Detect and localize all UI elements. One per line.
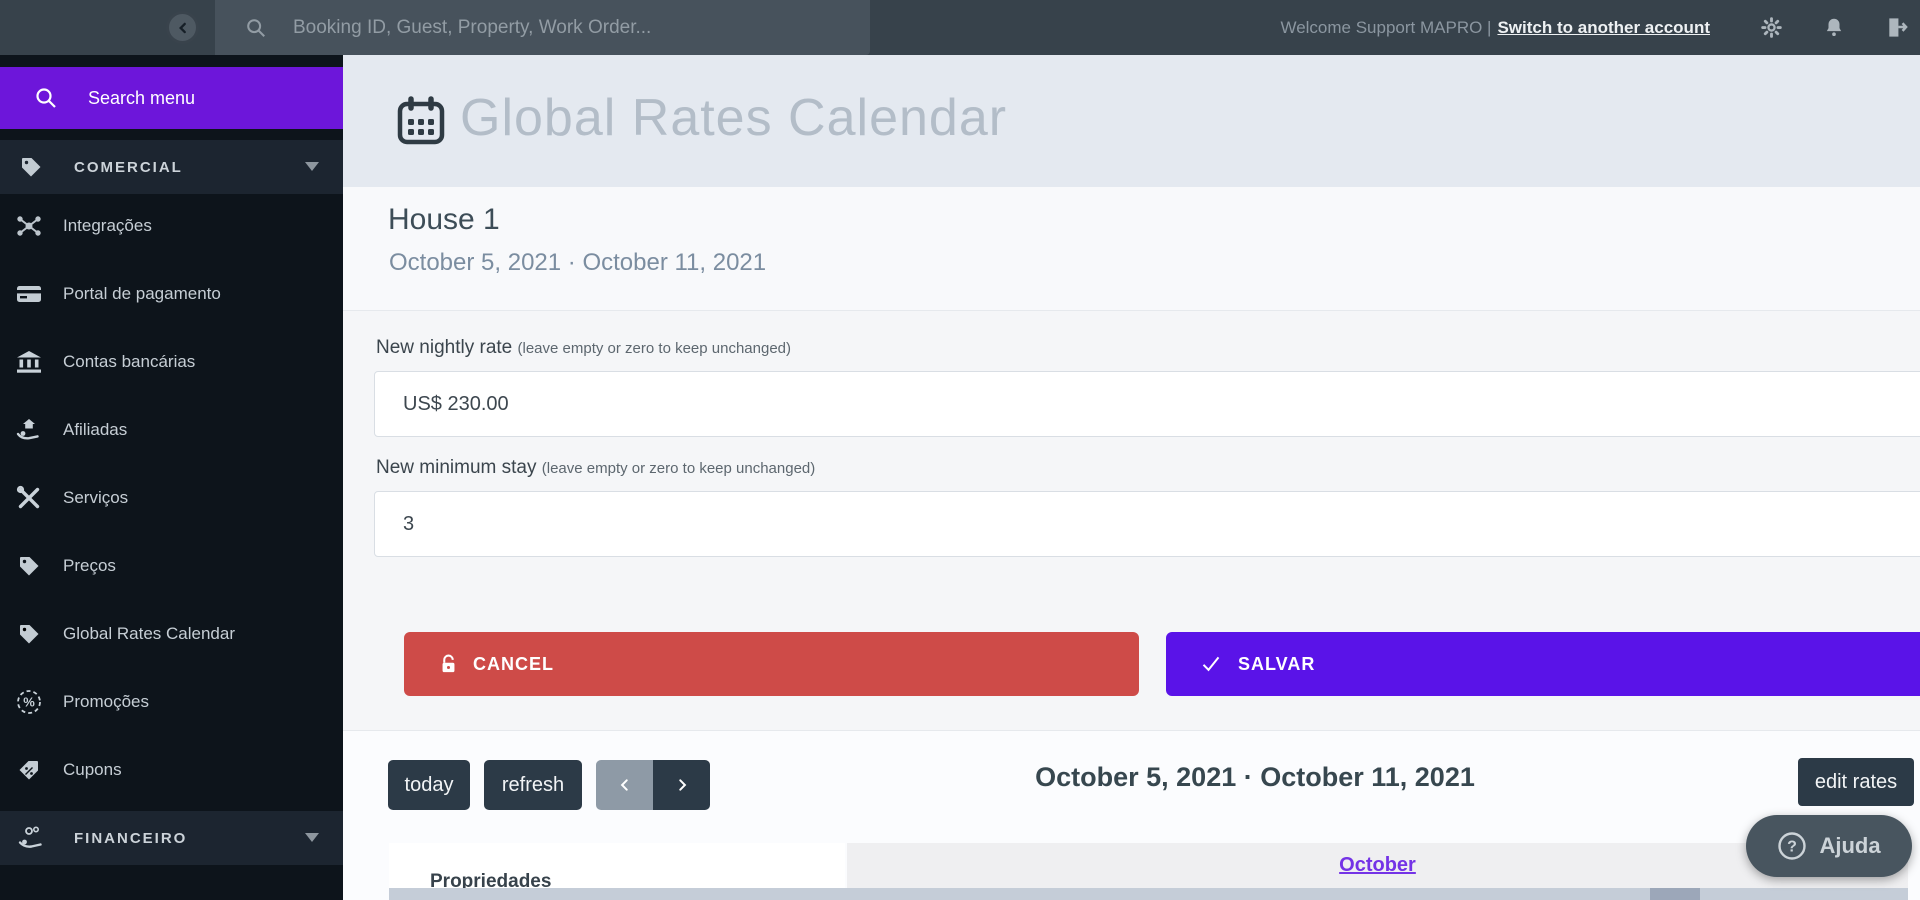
sidebar-search-menu[interactable]: Search menu	[0, 67, 343, 129]
hand-coins-icon	[16, 825, 46, 851]
sidebar-item-label: Serviços	[63, 488, 129, 507]
promotions-icon: %	[14, 689, 44, 715]
welcome-text: Welcome Support MAPRO |	[1280, 17, 1492, 37]
sidebar-section-label: FINANCEIRO	[74, 829, 188, 847]
main-content: Global Rates Calendar House 1 October 5,…	[343, 55, 1920, 900]
rates-table: Propriedades October	[389, 843, 1908, 888]
sidebar-search-menu-label: Search menu	[88, 87, 196, 108]
chevron-right-icon	[678, 779, 686, 791]
affiliates-icon	[14, 417, 44, 443]
lock-icon	[440, 654, 457, 675]
sidebar-section-label: COMERCIAL	[74, 158, 183, 176]
calendar-nav	[596, 760, 710, 810]
month-link[interactable]: October	[1339, 854, 1416, 876]
bank-accounts-icon	[14, 350, 44, 374]
topbar: Welcome Support MAPRO | Switch to anothe…	[0, 0, 1920, 55]
notifications-bell-icon[interactable]	[1823, 16, 1845, 39]
chevron-down-icon	[305, 158, 319, 176]
sidebar-collapse-button[interactable]	[166, 11, 199, 44]
chevron-left-icon	[178, 22, 186, 33]
question-circle-icon: ?	[1777, 831, 1807, 861]
settings-gear-icon[interactable]	[1760, 16, 1783, 39]
sidebar-section-comercial[interactable]: COMERCIAL	[0, 140, 343, 194]
page-title: Global Rates Calendar	[460, 89, 1008, 147]
sidebar-item-precos[interactable]: Preços	[0, 532, 343, 600]
sidebar-item-label: Preços	[63, 556, 116, 575]
nightly-rate-hint: (leave empty or zero to keep unchanged)	[517, 340, 792, 357]
sidebar-item-label: Portal de pagamento	[63, 284, 221, 303]
save-button[interactable]: SALVAR	[1166, 632, 1920, 696]
horizontal-scrollbar	[389, 888, 1908, 900]
sidebar-item-afiliadas[interactable]: Afiliadas	[0, 396, 343, 464]
integrations-icon	[14, 214, 44, 238]
properties-header: Propriedades	[430, 871, 552, 888]
help-button-label: Ajuda	[1819, 833, 1881, 858]
check-icon	[1200, 654, 1222, 674]
rate-edit-form: New nightly rate (leave empty or zero to…	[343, 311, 1920, 731]
property-name: House 1	[388, 203, 500, 236]
sidebar-item-cupons[interactable]: Cupons	[0, 736, 343, 804]
chevron-left-icon	[620, 779, 628, 791]
sidebar-item-label: Promoções	[63, 692, 149, 711]
sidebar: Search menu COMERCIAL Integrações Portal…	[0, 55, 343, 900]
rates-calendar-section: today refresh October 5, 2021 · October …	[343, 731, 1920, 900]
edit-rates-button[interactable]: edit rates	[1798, 758, 1914, 806]
sidebar-item-contas-bancarias[interactable]: Contas bancárias	[0, 328, 343, 396]
chevron-down-icon	[305, 829, 319, 847]
min-stay-hint: (leave empty or zero to keep unchanged)	[541, 460, 816, 477]
sidebar-item-portal-de-pagamento[interactable]: Portal de pagamento	[0, 260, 343, 328]
rates-calendar-icon	[14, 622, 44, 646]
price-tag-icon	[16, 155, 46, 179]
calendar-icon	[396, 96, 446, 153]
sidebar-item-promocoes[interactable]: % Promoções	[0, 668, 343, 736]
nightly-rate-label: New nightly rate (leave empty or zero to…	[376, 337, 792, 358]
selection-summary: House 1 October 5, 2021 · October 11, 20…	[343, 187, 1920, 311]
properties-header-cell: Propriedades	[389, 843, 845, 888]
horizontal-scrollbar-thumb[interactable]	[1650, 888, 1700, 900]
services-icon	[14, 485, 44, 511]
help-button[interactable]: ? Ajuda	[1746, 815, 1912, 877]
switch-account-link[interactable]: Switch to another account	[1497, 18, 1710, 38]
sidebar-item-global-rates-calendar[interactable]: Global Rates Calendar	[0, 600, 343, 668]
global-search-bar	[215, 0, 870, 55]
next-week-button[interactable]	[653, 760, 710, 810]
svg-text:?: ?	[1788, 839, 1798, 856]
sidebar-item-label: Integrações	[63, 216, 152, 235]
search-icon	[247, 18, 265, 37]
sidebar-section-financeiro[interactable]: FINANCEIRO	[0, 811, 343, 865]
logout-icon[interactable]	[1885, 16, 1908, 39]
page-header: Global Rates Calendar	[343, 55, 1920, 187]
svg-text:%: %	[23, 695, 35, 710]
min-stay-label: New minimum stay (leave empty or zero to…	[376, 457, 816, 478]
sidebar-item-integracoes[interactable]: Integrações	[0, 192, 343, 260]
refresh-button[interactable]: refresh	[484, 760, 582, 810]
sidebar-item-label: Afiliadas	[63, 420, 128, 439]
prices-icon	[14, 554, 44, 578]
payment-portal-icon	[14, 283, 44, 305]
sidebar-item-label: Global Rates Calendar	[63, 624, 235, 643]
prev-week-button[interactable]	[596, 760, 653, 810]
coupons-icon	[14, 758, 44, 782]
nightly-rate-input[interactable]	[374, 371, 1920, 437]
sidebar-item-label: Contas bancárias	[63, 352, 196, 371]
today-button[interactable]: today	[388, 760, 470, 810]
global-search-input[interactable]	[293, 16, 833, 39]
search-icon	[36, 88, 56, 108]
sidebar-item-label: Cupons	[63, 760, 122, 779]
min-stay-input[interactable]	[374, 491, 1920, 557]
calendar-title: October 5, 2021 · October 11, 2021	[1035, 762, 1475, 792]
cancel-button[interactable]: CANCEL	[404, 632, 1139, 696]
sidebar-menu: Integrações Portal de pagamento Contas b…	[0, 192, 343, 804]
sidebar-item-servicos[interactable]: Serviços	[0, 464, 343, 532]
selected-date-range: October 5, 2021 · October 11, 2021	[389, 249, 767, 276]
